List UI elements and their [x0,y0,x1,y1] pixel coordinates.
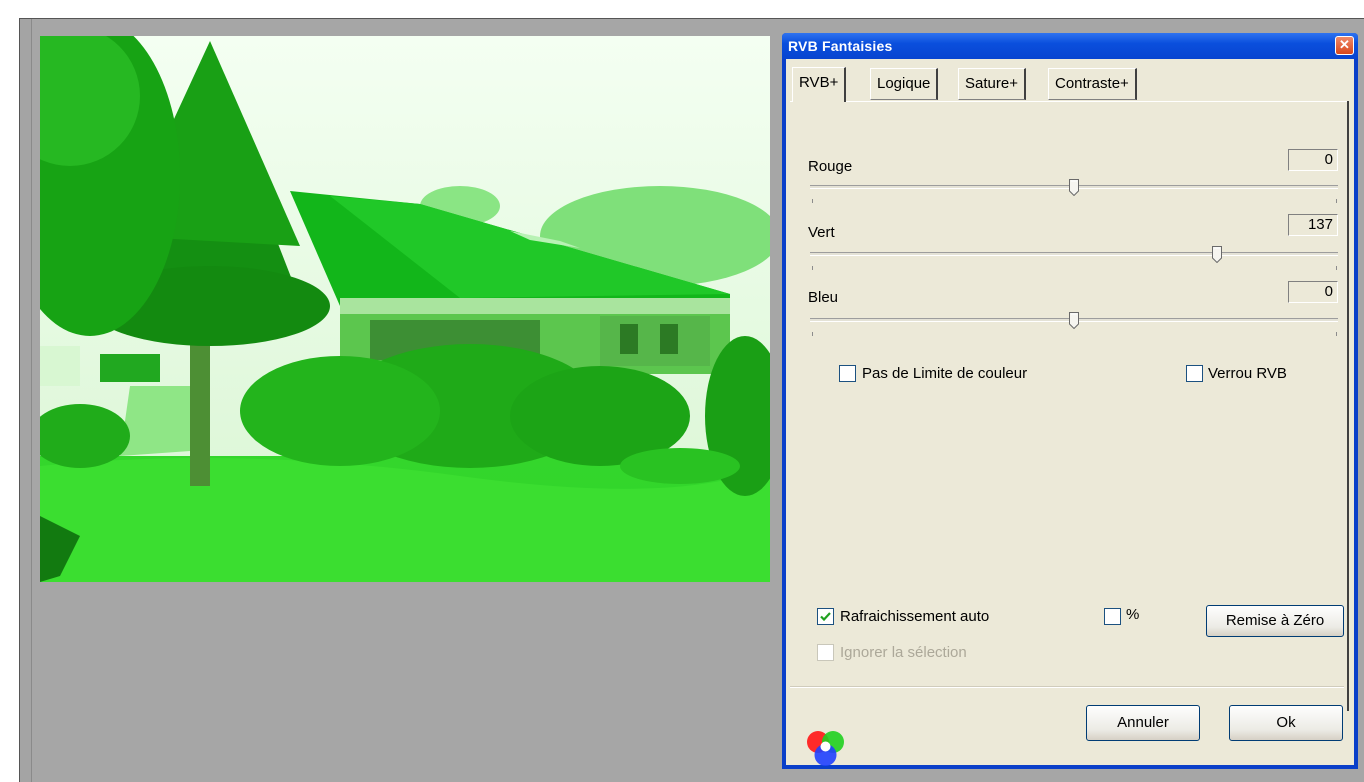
green-tinted-photo [40,36,770,582]
slider-label-bleu: Bleu [808,289,839,306]
slider-label-vert: Vert [808,224,835,241]
tab-label: Logique [877,75,931,92]
dialog-title: RVB Fantaisies [788,38,893,54]
tab-panel-border-right [1347,101,1349,711]
divider [790,687,1344,688]
tab-label: Contraste+ [1055,75,1129,92]
cancel-button[interactable]: Annuler [1086,705,1200,741]
tab-sature-plus[interactable]: Sature+ [958,68,1026,100]
ignore-selection-checkbox[interactable] [817,644,834,661]
auto-refresh-label: Rafraichissement auto [840,608,990,625]
preview-image[interactable] [40,36,770,582]
reset-button[interactable]: Remise à Zéro [1206,605,1344,637]
ignore-selection-label: Ignorer la sélection [840,644,967,661]
ok-button-label: Ok [1276,714,1296,731]
tab-label: Sature+ [965,75,1018,92]
percent-checkbox[interactable] [1104,608,1121,625]
vert-slider-track[interactable] [810,252,1338,256]
tab-panel-border [790,101,1348,102]
rgb-lock-checkbox[interactable] [1186,365,1203,382]
slider-tick [812,199,813,203]
dialog-client: RVB+ Logique Sature+ Contraste+ Rouge 0 … [786,59,1354,766]
reset-button-label: Remise à Zéro [1225,612,1325,629]
slider-tick [1336,332,1337,336]
close-button[interactable]: ✕ [1335,36,1354,55]
bleu-value-field[interactable]: 0 [1288,281,1338,303]
slider-tick [812,332,813,336]
title-bar[interactable]: RVB Fantaisies ✕ [782,33,1358,59]
slider-tick [1336,266,1337,270]
checkmark-icon [820,612,831,622]
percent-label: % [1126,606,1140,623]
ok-button[interactable]: Ok [1229,705,1343,741]
tab-rvb-plus[interactable]: RVB+ [792,67,847,102]
rvb-fantaisies-dialog: RVB Fantaisies ✕ RVB+ Logique Sature+ Co… [782,33,1358,769]
slider-tick [812,266,813,270]
vert-slider-thumb[interactable] [1211,246,1222,263]
close-icon: ✕ [1339,37,1350,52]
bleu-slider-thumb[interactable] [1069,312,1079,329]
rgb-circles-icon [807,731,844,766]
tab-logique[interactable]: Logique [870,68,939,100]
rouge-slider-thumb[interactable] [1069,179,1079,196]
rouge-value-field[interactable]: 0 [1288,149,1338,171]
slider-label-rouge: Rouge [808,158,853,175]
vert-value-field[interactable]: 137 [1288,214,1338,236]
slider-tick [1336,199,1337,203]
tab-contraste-plus[interactable]: Contraste+ [1048,68,1137,100]
cancel-button-label: Annuler [1117,714,1169,731]
rgb-lock-label: Verrou RVB [1208,365,1287,382]
tab-label: RVB+ [799,74,839,91]
auto-refresh-checkbox[interactable] [817,608,834,625]
no-color-limit-label: Pas de Limite de couleur [862,365,1028,382]
no-color-limit-checkbox[interactable] [839,365,856,382]
